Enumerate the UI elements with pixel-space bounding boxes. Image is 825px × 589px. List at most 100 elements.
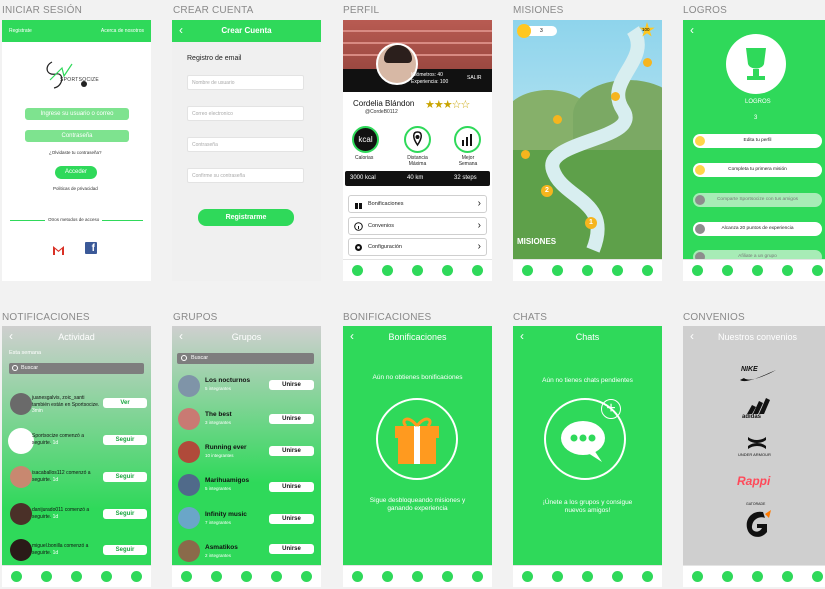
nav-chat-icon[interactable] xyxy=(522,571,534,582)
register-button[interactable]: Registrarme xyxy=(198,209,294,226)
search-input[interactable]: Buscar xyxy=(177,353,314,364)
nav-group-icon[interactable] xyxy=(781,265,793,276)
nav-pin-icon[interactable] xyxy=(722,571,734,582)
nav-pin-icon[interactable] xyxy=(722,265,734,276)
logout-button[interactable]: SALIR xyxy=(467,75,481,81)
nav-chat-icon[interactable] xyxy=(352,571,364,582)
gatorade-logo[interactable] xyxy=(743,506,773,544)
nav-home-icon[interactable] xyxy=(70,571,82,582)
nav-pin-icon[interactable] xyxy=(382,571,394,582)
rappi-logo[interactable]: Rappi xyxy=(737,474,770,488)
join-button[interactable]: Unirse xyxy=(269,544,314,554)
nav-chat-icon[interactable] xyxy=(692,265,704,276)
password-field[interactable]: Contraseña xyxy=(187,137,304,152)
achievement-item[interactable]: Alcanza 20 puntos de experiencia xyxy=(693,222,822,236)
back-icon[interactable]: ‹ xyxy=(520,329,524,343)
facebook-icon[interactable]: f xyxy=(85,242,97,254)
nav-group-icon[interactable] xyxy=(611,265,623,276)
add-chat-icon[interactable]: + xyxy=(601,399,621,419)
menu-item-settings[interactable]: Configuración › xyxy=(348,238,487,256)
nav-user-icon[interactable] xyxy=(471,571,483,582)
nav-user-icon[interactable] xyxy=(130,571,142,582)
back-icon[interactable]: ‹ xyxy=(9,329,13,343)
under-armour-logo[interactable] xyxy=(745,435,769,451)
mission-marker-2[interactable]: 2 xyxy=(541,185,553,197)
nav-user-icon[interactable] xyxy=(300,571,312,582)
bottom-nav xyxy=(683,565,825,587)
join-button[interactable]: Unirse xyxy=(269,482,314,492)
join-button[interactable]: Unirse xyxy=(269,446,314,456)
nav-group-icon[interactable] xyxy=(100,571,112,582)
login-button[interactable]: Acceder xyxy=(55,166,97,179)
register-link[interactable]: Registrate xyxy=(9,28,32,34)
nav-home-icon[interactable] xyxy=(581,571,593,582)
nav-user-icon[interactable] xyxy=(811,571,823,582)
nav-user-icon[interactable] xyxy=(641,571,653,582)
achievement-item[interactable]: Completa tu primera misión xyxy=(693,163,822,177)
nav-chat-icon[interactable] xyxy=(522,265,534,276)
follow-button[interactable]: Seguir xyxy=(103,435,147,445)
back-icon[interactable]: ‹ xyxy=(690,23,694,37)
nav-home-icon[interactable] xyxy=(411,571,423,582)
mission-lock-icon[interactable] xyxy=(553,115,562,124)
nav-group-icon[interactable] xyxy=(270,571,282,582)
menu-item-partners[interactable]: Convenios › xyxy=(348,217,487,235)
mission-marker-1[interactable]: 1 xyxy=(585,217,597,229)
follow-button[interactable]: Seguir xyxy=(103,545,147,555)
back-icon[interactable]: ‹ xyxy=(179,329,183,343)
adidas-logo[interactable] xyxy=(743,398,773,414)
bottom-nav xyxy=(343,259,492,281)
privacy-link[interactable]: Politicas de privacidad xyxy=(53,186,98,191)
confirm-password-field[interactable]: Confirme su contraseña xyxy=(187,168,304,183)
nav-group-icon[interactable] xyxy=(441,571,453,582)
username-field[interactable]: Nombre de usuario xyxy=(187,75,304,90)
nav-home-icon[interactable] xyxy=(581,265,593,276)
back-icon[interactable]: ‹ xyxy=(690,329,694,343)
nav-user-icon[interactable] xyxy=(471,265,483,276)
mission-lock-icon[interactable] xyxy=(611,92,620,101)
nav-home-icon[interactable] xyxy=(751,265,763,276)
notification-text: juanesgalvis, zoic_santi también están e… xyxy=(32,395,100,414)
mission-lock-icon[interactable] xyxy=(643,58,652,67)
nav-chat-icon[interactable] xyxy=(181,571,193,582)
profile-handle: @CordeB0112 xyxy=(365,109,398,115)
nav-chat-icon[interactable] xyxy=(692,571,704,582)
gmail-icon[interactable] xyxy=(52,243,65,255)
nav-pin-icon[interactable] xyxy=(382,265,394,276)
join-button[interactable]: Unirse xyxy=(269,380,314,390)
back-icon[interactable]: ‹ xyxy=(179,23,183,37)
about-link[interactable]: Acerca de nosotros xyxy=(101,28,144,34)
mission-lock-icon[interactable] xyxy=(521,150,530,159)
nav-home-icon[interactable] xyxy=(240,571,252,582)
nav-group-icon[interactable] xyxy=(611,571,623,582)
nav-pin-icon[interactable] xyxy=(211,571,223,582)
nav-pin-icon[interactable] xyxy=(552,571,564,582)
join-button[interactable]: Unirse xyxy=(269,414,314,424)
password-input[interactable]: Contraseña xyxy=(25,130,129,142)
nav-pin-icon[interactable] xyxy=(552,265,564,276)
nav-chat-icon[interactable] xyxy=(11,571,23,582)
achievement-item[interactable]: Comparte Sportsocize con tus amigos xyxy=(693,193,822,207)
nav-chat-icon[interactable] xyxy=(352,265,364,276)
back-icon[interactable]: ‹ xyxy=(350,329,354,343)
nike-logo-text: NIKE xyxy=(741,366,758,373)
nav-home-icon[interactable] xyxy=(751,571,763,582)
join-button[interactable]: Unirse xyxy=(269,514,314,524)
forgot-password-link[interactable]: ¿Olvidaste tu contraseña? xyxy=(49,150,102,155)
achievement-item[interactable]: Edita tu perfil xyxy=(693,134,822,148)
email-field[interactable]: Correo electronico xyxy=(187,106,304,121)
section-title-bonuses: BONIFICACIONES xyxy=(343,312,432,323)
nav-user-icon[interactable] xyxy=(641,265,653,276)
nav-user-icon[interactable] xyxy=(811,265,823,276)
follow-button[interactable]: Seguir xyxy=(103,472,147,482)
nav-group-icon[interactable] xyxy=(781,571,793,582)
nav-home-icon[interactable] xyxy=(411,265,423,276)
chats-empty-text: Aún no tienes chats pendientes xyxy=(542,377,633,384)
menu-item-bonuses[interactable]: Bonificaciones › xyxy=(348,195,487,213)
follow-button[interactable]: Seguir xyxy=(103,509,147,519)
view-button[interactable]: Ver xyxy=(103,398,147,408)
user-input[interactable]: Ingrese su usuario o correo xyxy=(25,108,129,120)
search-input[interactable]: Buscar xyxy=(9,363,144,374)
nav-group-icon[interactable] xyxy=(441,265,453,276)
nav-pin-icon[interactable] xyxy=(41,571,53,582)
